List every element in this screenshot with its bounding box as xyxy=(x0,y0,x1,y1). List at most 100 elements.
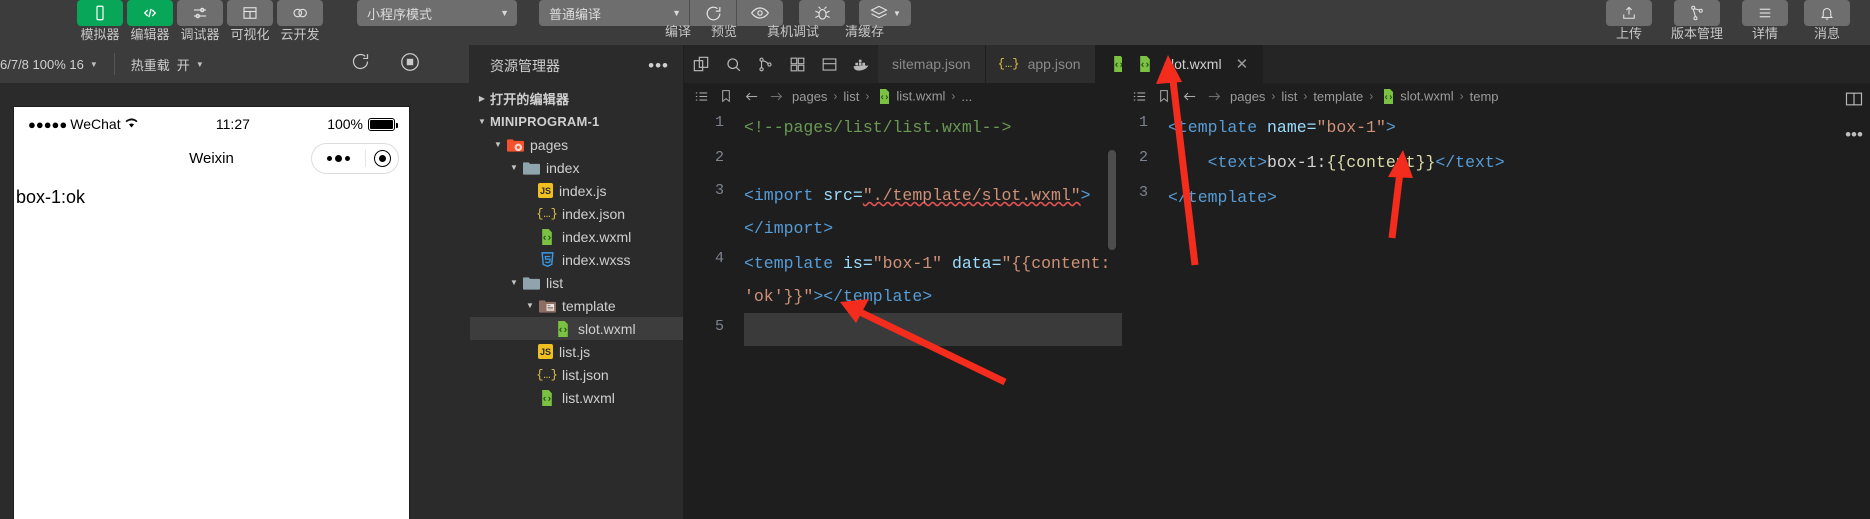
tree-item-index[interactable]: ▼ index xyxy=(470,156,683,179)
split-editor-icon[interactable] xyxy=(1844,89,1864,114)
forward-arrow-icon[interactable] xyxy=(767,87,785,105)
messages-button[interactable]: 消息 xyxy=(1802,0,1852,42)
close-icon[interactable]: ✕ xyxy=(1236,55,1249,73)
back-arrow-icon[interactable] xyxy=(742,87,760,105)
tree-item-label: list xyxy=(546,274,564,291)
tree-item-list-json[interactable]: ·{…}list.json xyxy=(470,363,683,386)
tree-item-pages[interactable]: ▼ pages xyxy=(470,133,683,156)
breadcrumb-separator: › xyxy=(1369,89,1374,103)
details-button[interactable]: 详情 xyxy=(1740,0,1790,42)
phone-preview[interactable]: ●●●●● WeChat 11:27 100% Weixin box-1:ok xyxy=(14,107,409,519)
back-arrow-icon[interactable] xyxy=(1180,87,1198,105)
chevron-down-icon: ▼ xyxy=(510,278,518,287)
breadcrumb-item[interactable]: list.wxml xyxy=(875,88,945,104)
breadcrumb-separator: › xyxy=(1271,89,1276,103)
forward-arrow-icon[interactable] xyxy=(1205,87,1223,105)
editor-left-scrollbar[interactable] xyxy=(1108,150,1116,250)
tab-app-json[interactable]: {…} app.json xyxy=(985,45,1096,83)
simulator-refresh-button[interactable] xyxy=(350,51,371,77)
code-line[interactable]: 2 xyxy=(684,144,1122,177)
preview-button[interactable] xyxy=(737,0,783,26)
breadcrumb-item[interactable]: pages xyxy=(792,89,827,104)
code-token: <text> xyxy=(1207,153,1268,172)
toolbar-simulator-toggle[interactable]: 模拟器 xyxy=(75,0,125,43)
code-token: src= xyxy=(823,186,863,205)
close-circle-icon[interactable] xyxy=(366,150,398,167)
breadcrumb-item[interactable]: list xyxy=(1281,89,1297,104)
breadcrumb-separator: › xyxy=(865,89,870,103)
outline-icon[interactable] xyxy=(1130,87,1148,105)
editor-left-code[interactable]: 1 <!--pages/list/list.wxml--> 2 3 <import sr… xyxy=(684,109,1122,519)
toolbar-cloud-toggle[interactable]: 云开发 xyxy=(275,0,325,43)
tree-item-list-js[interactable]: ·JS list.js xyxy=(470,340,683,363)
tree-item-index-wxml[interactable]: · index.wxml xyxy=(470,225,683,248)
editor-more-icon[interactable]: ••• xyxy=(1845,126,1863,143)
tree-item-label: index xyxy=(546,159,580,176)
version-control-button[interactable]: 版本管理 xyxy=(1666,0,1728,42)
divider xyxy=(113,53,115,75)
tree-item-index-js[interactable]: ·JS index.js xyxy=(470,179,683,202)
code-line[interactable]: 4 <template is="box-1" data="{{content: '… xyxy=(684,245,1122,313)
explorer-more-icon[interactable]: ••• xyxy=(648,57,669,74)
simulator-panel: ●●●●● WeChat 11:27 100% Weixin box-1:ok xyxy=(0,83,470,519)
project-label: MINIPROGRAM-1 xyxy=(490,114,600,129)
code-line[interactable]: 3 <import src="./template/slot.wxml"></im… xyxy=(684,177,1122,245)
toolbar-debugger-toggle[interactable]: 调试器 xyxy=(175,0,225,43)
tree-item-slot-wxml[interactable]: · slot.wxml xyxy=(470,317,683,340)
code-line[interactable]: 5 xyxy=(684,313,1122,346)
tree-item-list[interactable]: ▼ list xyxy=(470,271,683,294)
source-control-icon[interactable] xyxy=(754,53,776,75)
breadcrumb-item[interactable]: temp xyxy=(1470,89,1499,104)
breadcrumb-item[interactable]: slot.wxml xyxy=(1379,88,1454,104)
code-line[interactable]: 1 <!--pages/list/list.wxml--> xyxy=(684,109,1122,144)
device-select[interactable]: 6/7/8 100% 16 ▼ xyxy=(0,57,98,72)
bookmark-icon[interactable] xyxy=(717,87,735,105)
capsule-menu[interactable] xyxy=(311,143,399,174)
outline-icon[interactable] xyxy=(692,87,710,105)
bookmark-icon[interactable] xyxy=(1155,87,1173,105)
clear-cache-button[interactable]: ▼ xyxy=(859,0,911,26)
simulator-controls xyxy=(350,51,469,78)
upload-button[interactable]: 上传 xyxy=(1604,0,1654,42)
docker-icon[interactable] xyxy=(850,53,872,75)
editor-left-breadcrumb: pages › list › list.wxml ›... xyxy=(684,83,1122,109)
breadcrumb-item[interactable]: pages xyxy=(1230,89,1265,104)
editor-right-code[interactable]: 1 <template name="box-1"> 2 <text>box-1:{{… xyxy=(1122,109,1870,519)
search-icon[interactable] xyxy=(722,53,744,75)
toolbar-simulator-label: 模拟器 xyxy=(80,27,120,42)
code-token: name= xyxy=(1267,118,1317,137)
tree-item-template[interactable]: ▼ template xyxy=(470,294,683,317)
toolbar-visual-toggle[interactable]: 可视化 xyxy=(225,0,275,43)
simulator-stop-button[interactable] xyxy=(399,51,421,78)
open-editors-section[interactable]: ▶ 打开的编辑器 xyxy=(470,87,683,110)
compile-select[interactable]: 普通编译 ▼ xyxy=(539,0,689,26)
folder-icon xyxy=(522,160,540,176)
compile-select-value: 普通编译 xyxy=(549,6,602,22)
breadcrumb-item[interactable]: template xyxy=(1313,89,1363,104)
mode-select[interactable]: 小程序模式 ▼ xyxy=(357,0,517,26)
tree-item-index-wxss[interactable]: · index.wxss xyxy=(470,248,683,271)
breadcrumb-item[interactable]: list xyxy=(843,89,859,104)
project-section[interactable]: ▼ MINIPROGRAM-1 xyxy=(470,110,683,133)
code-line[interactable]: 2 <text>box-1:{{content}}</text> xyxy=(1122,144,1870,179)
tab-slot-wxml[interactable]: slot.wxml ✕ xyxy=(1122,45,1264,83)
status-battery-percent: 100% xyxy=(327,116,363,132)
code-line[interactable]: 3 </template> xyxy=(1122,179,1870,214)
template-folder-icon xyxy=(538,298,556,314)
tree-item-list-wxml[interactable]: · list.wxml xyxy=(470,386,683,409)
editor-right-tabs: slot.wxml ✕ xyxy=(1122,45,1264,83)
breadcrumb-item[interactable]: ... xyxy=(961,89,972,104)
panel-layout-icon[interactable] xyxy=(818,53,840,75)
copy-icon[interactable] xyxy=(690,53,712,75)
realdevice-debug-button[interactable] xyxy=(799,0,845,26)
phone-status-bar: ●●●●● WeChat 11:27 100% xyxy=(14,107,409,141)
tab-label: app.json xyxy=(1027,56,1081,72)
hotreload-select[interactable]: 热重载 开 ▼ xyxy=(131,55,204,74)
tab-sitemap-json[interactable]: sitemap.json xyxy=(878,45,986,83)
toolbar-editor-toggle[interactable]: 编辑器 xyxy=(125,0,175,43)
extensions-icon[interactable] xyxy=(786,53,808,75)
tree-item-index-json[interactable]: ·{…}index.json xyxy=(470,202,683,225)
code-line[interactable]: 1 <template name="box-1"> xyxy=(1122,109,1870,144)
compile-button[interactable] xyxy=(690,0,736,26)
